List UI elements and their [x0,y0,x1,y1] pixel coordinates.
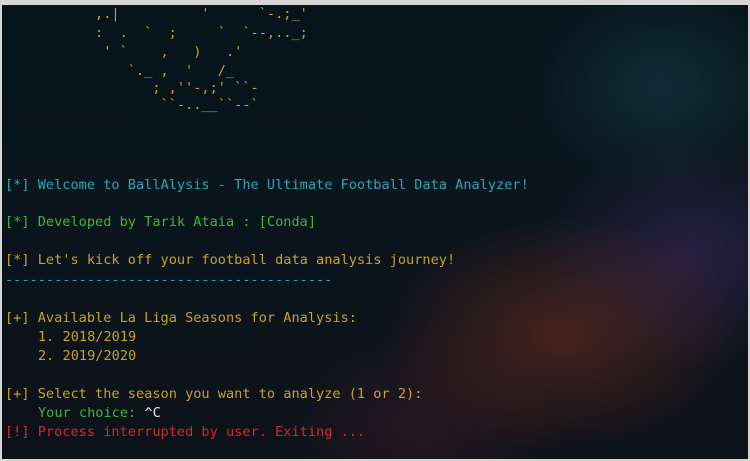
ascii-art-line: ,.| ' `-.;_' [5,6,308,22]
error-line: [!] Process interrupted by user. Exiting… [5,423,365,442]
ascii-art-line: ' ` , ) .' [5,44,243,60]
terminal-output[interactable]: ,.| ' `-.;_' : . ` ; ` `--,.._; ' ` , ) … [2,5,748,459]
select-prompt-line: [+] Select the season you want to analyz… [5,385,422,404]
seasons-title: Available La Liga Seasons for Analysis: [37,310,357,326]
seasons-heading: [+] Available La Liga Seasons for Analys… [5,309,357,328]
ascii-art-line: ``-..__``--` [5,97,259,113]
info-marker: [*] [5,177,30,193]
info-marker: [*] [5,214,30,230]
error-marker: [!] [5,424,30,440]
choice-line[interactable]: Your choice: ^C [38,404,161,423]
developer-line: [*] Developed by Tarik Ataia : [Conda] [5,213,316,232]
select-prompt-text: Select the season you want to analyze (1… [37,386,423,402]
choice-label: Your choice: [38,405,137,421]
info-marker: [*] [5,252,30,268]
kickoff-text: Let's kick off your football data analys… [37,252,456,268]
kickoff-line: [*] Let's kick off your football data an… [5,251,455,270]
season-option: 2. 2019/2020 [38,348,137,364]
separator-line: ---------------------------------------- [5,272,333,288]
window-frame: ,.| ' `-.;_' : . ` ; ` `--,.._; ' ` , ) … [0,0,750,461]
welcome-text: Welcome to BallAlysis - The Ultimate Foo… [37,177,529,193]
choice-input-value[interactable]: ^C [144,405,160,421]
season-option: 1. 2018/2019 [38,329,137,345]
developer-text: Developed by Tarik Ataia : [Conda] [37,214,317,230]
ascii-art-line: : . ` ; ` `--,.._; [5,25,308,41]
plus-marker: [+] [5,310,30,326]
error-text: Process interrupted by user. Exiting ... [37,424,366,440]
plus-marker: [+] [5,386,30,402]
welcome-line: [*] Welcome to BallAlysis - The Ultimate… [5,176,529,195]
